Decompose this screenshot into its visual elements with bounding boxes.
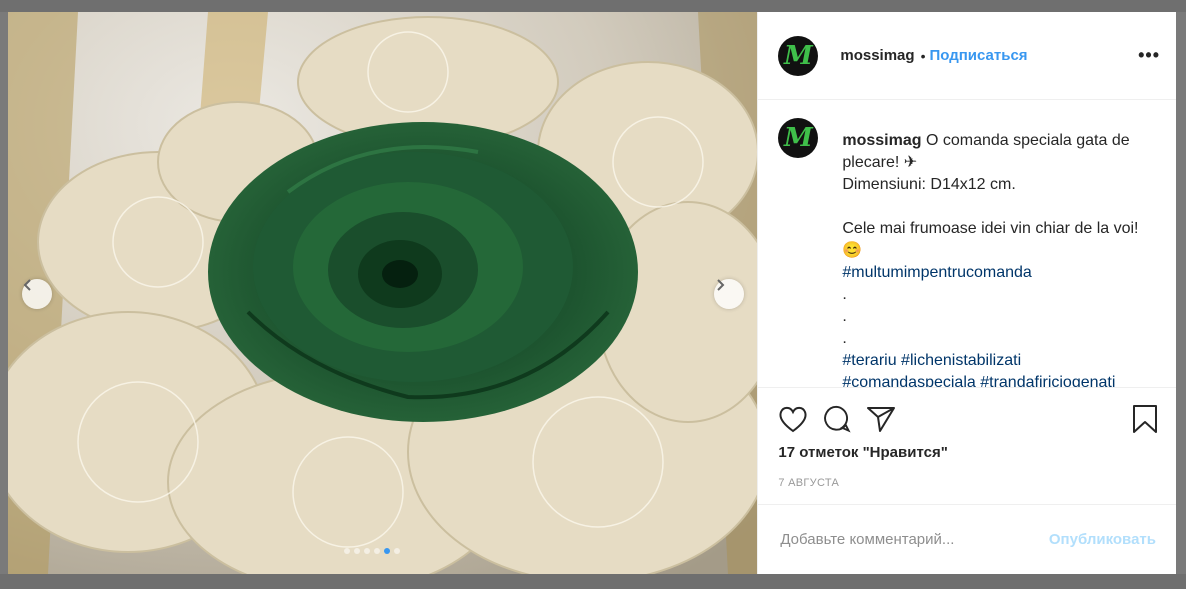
post-header: M mossimag • Подписаться ••• — [758, 12, 1176, 100]
post-modal: M mossimag • Подписаться ••• M mossimag … — [8, 12, 1176, 574]
more-options-icon[interactable]: ••• — [1138, 45, 1160, 66]
separator-dot: • — [920, 47, 926, 64]
hashtag-link[interactable]: #multumimpentrucomanda — [842, 264, 1031, 281]
avatar[interactable]: M — [778, 35, 819, 76]
chevron-right-icon — [717, 279, 725, 291]
caption-dot: . — [842, 286, 847, 303]
heart-icon[interactable] — [778, 405, 808, 433]
post-sidebar: M mossimag • Подписаться ••• M mossimag … — [757, 12, 1176, 574]
caption-avatar[interactable]: M — [778, 118, 819, 158]
share-icon[interactable] — [866, 405, 896, 433]
caption-avatar-logo: M — [783, 123, 813, 153]
carousel-dot — [384, 548, 390, 554]
rose-moss-image — [8, 12, 758, 574]
caption-dot: . — [842, 308, 847, 325]
hashtag-link[interactable]: #terariu #lichenistabilizati — [842, 352, 1021, 369]
caption-username[interactable]: mossimag — [842, 132, 921, 149]
carousel-dot — [364, 548, 370, 554]
bookmark-icon[interactable] — [1132, 404, 1158, 434]
previous-image-button[interactable] — [22, 279, 52, 309]
hashtag-link[interactable]: #comandaspeciala #trandafiriciogenati — [842, 374, 1115, 387]
carousel-dot — [374, 548, 380, 554]
caption-area: M mossimag O comanda speciala gata de pl… — [758, 100, 1176, 387]
likes-count[interactable]: 17 отметок "Нравится" — [778, 444, 1158, 461]
avatar-logo: M — [783, 40, 813, 71]
caption: M mossimag O comanda speciala gata de pl… — [778, 118, 1156, 387]
caption-line-2: Dimensiuni: D14x12 cm. — [842, 176, 1016, 193]
comment-icon[interactable] — [822, 404, 852, 434]
comment-form: Опубликовать — [758, 504, 1176, 574]
caption-line-3: Cele mai frumoase idei vin chiar de la v… — [842, 220, 1143, 259]
carousel-dot — [354, 548, 360, 554]
chevron-left-icon — [23, 279, 31, 291]
post-actions: 17 отметок "Нравится" 7 августа — [758, 387, 1176, 504]
caption-dot: . — [842, 330, 847, 347]
carousel-indicator — [344, 548, 400, 554]
username-link[interactable]: mossimag — [840, 47, 914, 64]
carousel-dot — [394, 548, 400, 554]
background-top — [0, 0, 1186, 12]
action-icons — [778, 404, 1158, 434]
post-photo[interactable] — [8, 12, 758, 574]
next-image-button[interactable] — [714, 279, 744, 309]
post-date[interactable]: 7 августа — [778, 477, 1158, 489]
caption-text: mossimag O comanda speciala gata de plec… — [842, 130, 1152, 387]
publish-button[interactable]: Опубликовать — [1049, 531, 1156, 548]
comment-input[interactable] — [778, 530, 1049, 549]
carousel-dot — [344, 548, 350, 554]
follow-button[interactable]: Подписаться — [929, 47, 1027, 64]
background-bottom — [0, 574, 1186, 589]
